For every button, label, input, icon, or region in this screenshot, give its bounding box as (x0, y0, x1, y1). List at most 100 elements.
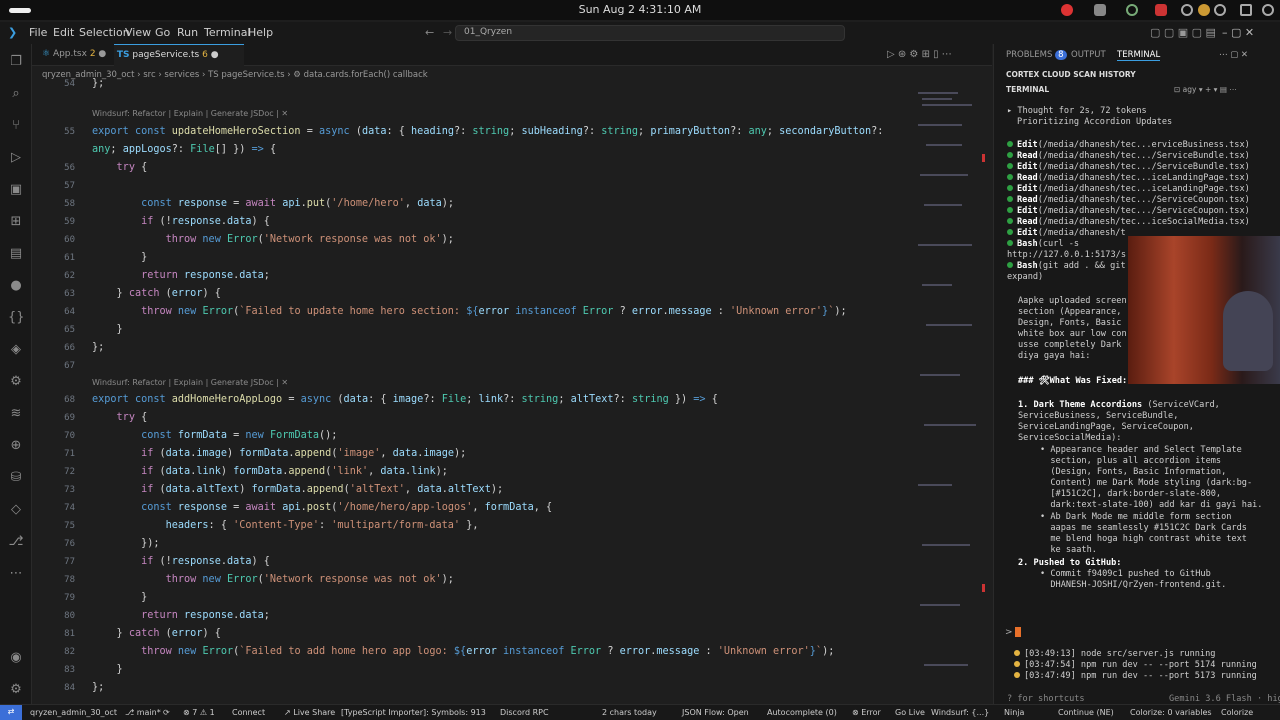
status-continue[interactable]: Continue (NE) (1058, 708, 1114, 717)
bulb-icon[interactable] (1198, 4, 1210, 16)
record-icon[interactable] (1061, 4, 1073, 16)
folder-icon[interactable]: ▤ (8, 246, 24, 262)
status-ts-importer[interactable]: [TypeScript Importer]: Symbols: 913 (341, 708, 486, 717)
system-clock[interactable]: Sun Aug 2 4:31:10 AM (0, 3, 1280, 16)
status-golive[interactable]: Go Live (895, 708, 925, 717)
menu-view[interactable]: View (125, 26, 151, 39)
window-controls[interactable]: – ▢ ✕ (1222, 26, 1254, 39)
codelens[interactable]: Windsurf: Refactor | Explain | Generate … (92, 105, 288, 123)
tab-terminal[interactable]: TERMINAL (1117, 50, 1161, 61)
status-colorize-vars[interactable]: Colorize: 0 variables (1130, 708, 1212, 717)
op-row: Read(/media/dhanesh/tec...iceLandingPage… (1007, 173, 1250, 184)
tab-output[interactable]: OUTPUT (1071, 50, 1106, 60)
menu-selection[interactable]: Selection (79, 26, 130, 39)
breadcrumb[interactable]: qryzen_admin_30_oct › src › services › T… (32, 66, 992, 84)
op-row: Edit(/media/dhanesh/tec.../ServiceCoupon… (1007, 206, 1250, 217)
remote-icon[interactable]: ▣ (8, 182, 24, 198)
more-icon[interactable]: ⋯ (8, 566, 24, 582)
cube-icon[interactable]: ◈ (8, 342, 24, 358)
settings-gear-icon[interactable]: ⚙ (8, 682, 24, 698)
bullet-line: me blend hoga high contrast white text (1040, 534, 1247, 544)
editor-tabs: ⚛ App.tsx 2 ● TS pageService.ts 6 ● ▷ ⊛ … (32, 44, 992, 66)
battery-icon[interactable] (1240, 4, 1252, 16)
remote-indicator-icon[interactable]: ⇄ (0, 705, 22, 720)
deploy-icon[interactable]: ⚙ (8, 374, 24, 390)
run-debug-icon[interactable]: ▷ (8, 150, 24, 166)
menu-go[interactable]: Go (155, 26, 170, 39)
braces-icon[interactable]: {} (8, 310, 25, 326)
github-icon[interactable]: ● (8, 278, 24, 294)
tab-problems[interactable]: PROBLEMS 8 (1006, 50, 1067, 60)
source-control-icon[interactable]: ⑂ (8, 118, 24, 134)
bullet-line: [#151C2C], dark:border-slate-800, (1040, 489, 1222, 499)
thought-line: ▸ Thought for 2s, 72 tokens (1007, 106, 1147, 116)
item1-line: ServiceBusiness, ServiceBundle, (1018, 411, 1179, 421)
summary-line: Aapke uploaded screen (1018, 296, 1127, 306)
op-row: Edit(/media/dhanesh/tec...erviceBusiness… (1007, 140, 1250, 151)
power-icon[interactable] (1262, 4, 1274, 16)
op-row: Edit(/media/dhanesh/t (1007, 228, 1126, 239)
code-editor[interactable]: 54}; Windsurf: Refactor | Explain | Gene… (32, 78, 910, 704)
status-problems[interactable]: ⊗ 7 ⚠ 1 (183, 708, 215, 717)
person-silhouette (1223, 291, 1273, 371)
extensions-icon[interactable]: ⊞ (8, 214, 24, 230)
status-connect[interactable]: Connect (232, 708, 265, 717)
codelens[interactable]: Windsurf: Refactor | Explain | Generate … (92, 374, 288, 392)
panel-tabs: PROBLEMS 8 OUTPUT TERMINAL ⋯ ▢ ✕ (994, 44, 1280, 66)
process-row: [03:49:13] node src/server.js running (1014, 649, 1215, 660)
search-icon[interactable]: ⌕ (8, 86, 24, 102)
op-row: Edit(/media/dhanesh/tec...iceLandingPage… (1007, 184, 1250, 195)
terminal-actions[interactable]: ⊡ agy ▾ + ▾ ▤ ⋯ (1174, 85, 1237, 94)
minimap[interactable] (910, 84, 990, 704)
back-arrow-icon[interactable]: ← (425, 26, 434, 39)
status-liveshare[interactable]: ↗ Live Share (284, 708, 335, 717)
status-line: Prioritizing Accordion Updates (1017, 117, 1173, 127)
status-jsonflow[interactable]: JSON Flow: Open (682, 708, 749, 717)
op-row: Edit(/media/dhanesh/tec.../ServiceBundle… (1007, 162, 1250, 173)
status-project[interactable]: qryzen_admin_30_oct (30, 708, 117, 717)
status-ninja[interactable]: Ninja (1004, 708, 1024, 717)
explorer-icon[interactable]: ❐ (8, 54, 24, 70)
status-autocomplete[interactable]: Autocomplete (0) (767, 708, 837, 717)
windsurf-icon[interactable]: ≋ (8, 406, 24, 422)
status-branch[interactable]: ⎇ main* (125, 708, 161, 717)
item2-header: 2. Pushed to GitHub: (1018, 558, 1122, 568)
tab-pageservice-ts[interactable]: TS pageService.ts 6 ● (114, 44, 244, 66)
prompt-input[interactable]: > (1005, 627, 1022, 638)
status-discord[interactable]: Discord RPC (500, 708, 549, 717)
forward-arrow-icon[interactable]: → (443, 26, 452, 39)
op-row: Bash(git add . && git (1007, 261, 1126, 272)
scan-history-header[interactable]: CORTEX CLOUD SCAN HISTORY (1006, 70, 1136, 79)
discord-icon[interactable] (1094, 4, 1106, 16)
status-windsurf[interactable]: Windsurf: {...} (931, 708, 989, 717)
menu-help[interactable]: Help (248, 26, 273, 39)
item1-header: 1. Dark Theme Accordions (ServiceVCard, (1018, 400, 1220, 410)
menu-run[interactable]: Run (177, 26, 198, 39)
menu-file[interactable]: File (29, 26, 47, 39)
item1-line: ServiceSocialMedia): (1018, 433, 1122, 443)
bullet-line: • Commit f9409c1 pushed to GitHub (1040, 569, 1211, 579)
layout-icons[interactable]: ▢ ▢ ▣ ▢ ▤ (1150, 26, 1216, 39)
account-icon[interactable]: ◉ (8, 650, 24, 666)
terminal-header[interactable]: TERMINAL (1006, 85, 1049, 94)
globe-icon[interactable]: ⊕ (8, 438, 24, 454)
status-error[interactable]: ⊗ Error (852, 708, 881, 717)
git-graph-icon[interactable]: ⎇ (8, 534, 24, 550)
panel-actions[interactable]: ⋯ ▢ ✕ (1219, 50, 1248, 60)
summary-line: Design, Fonts, Basic (1018, 318, 1122, 328)
sync-icon[interactable]: ⟳ (163, 708, 170, 717)
menu-terminal[interactable]: Terminal (204, 26, 251, 39)
status-chars[interactable]: 2 chars today (602, 708, 657, 717)
menu-edit[interactable]: Edit (53, 26, 74, 39)
tray-status-icon[interactable] (1181, 4, 1193, 16)
command-center-search[interactable]: 01_Qryzen (455, 25, 845, 41)
status-colorize[interactable]: Colorize (1221, 708, 1253, 717)
tab-app-tsx[interactable]: ⚛ App.tsx 2 ● (42, 44, 112, 66)
database-icon[interactable]: ⛁ (8, 470, 24, 486)
network-icon[interactable] (1214, 4, 1226, 16)
editor-actions[interactable]: ▷ ⊛ ⚙ ⊞ ▯ ⋯ (887, 49, 952, 60)
tray-app-icon[interactable] (1155, 4, 1167, 16)
tray-icon[interactable] (1126, 4, 1138, 16)
layers-icon[interactable]: ◇ (8, 502, 24, 518)
bullet-line: • Appearance header and Select Template (1040, 445, 1242, 455)
